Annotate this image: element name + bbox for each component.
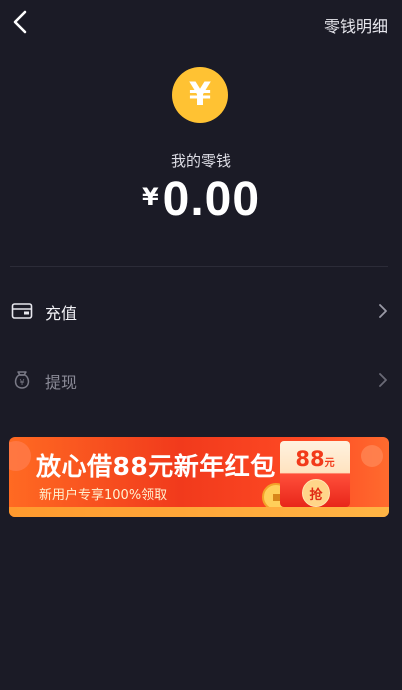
red-packet-value: 88: [295, 447, 325, 471]
money-bag-icon: ¥: [14, 371, 30, 389]
red-packet-icon: 88元 抢: [280, 441, 350, 507]
menu-item-withdraw[interactable]: ¥ 提现: [0, 360, 402, 400]
lantern-decoration: [9, 441, 31, 471]
menu-item-label: 充值: [45, 304, 78, 323]
chevron-left-icon: [13, 10, 27, 34]
red-packet-amount: 88元: [280, 447, 350, 471]
card-icon: [11, 303, 33, 319]
svg-text:¥: ¥: [19, 378, 24, 387]
transaction-detail-link[interactable]: 零钱明细: [324, 13, 388, 37]
back-button[interactable]: [8, 6, 38, 38]
banner-subtitle: 新用户专享100%领取: [39, 488, 168, 503]
chevron-right-icon: [379, 304, 387, 318]
chevron-right-icon: [379, 373, 387, 387]
menu-item-recharge[interactable]: 充值: [0, 291, 402, 331]
grab-button: 抢: [302, 479, 330, 507]
balance-label: 我的零钱: [170, 152, 231, 170]
red-packet-unit: 元: [324, 458, 335, 469]
currency-symbol: ¥: [141, 182, 159, 211]
lantern-decoration: [361, 445, 383, 467]
promo-banner[interactable]: 放心借88元新年红包 新用户专享100%领取 88元 抢: [9, 437, 389, 517]
top-bar: 零钱明细: [0, 0, 402, 44]
banner-bottom-strip: [9, 507, 389, 517]
coin-icon: ¥: [172, 67, 228, 123]
divider: [10, 266, 388, 267]
banner-title: 放心借88元新年红包: [36, 452, 276, 481]
coin-symbol: ¥: [188, 75, 212, 113]
balance-value: 0.00: [162, 173, 261, 226]
balance-amount: ¥0.00: [0, 172, 402, 227]
menu-item-label: 提现: [45, 373, 78, 392]
